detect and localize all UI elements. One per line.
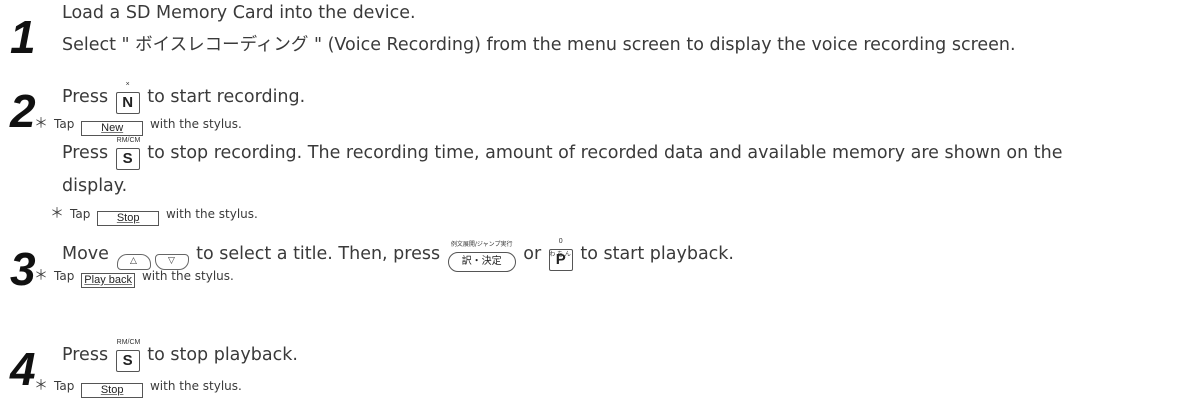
note-asterisk-icon: ＊ bbox=[50, 206, 64, 222]
step-number-2: 2 bbox=[10, 85, 36, 137]
step-4-press-s: Press RM/CM S to stop playback. bbox=[62, 339, 298, 372]
stop-button-image: Stop bbox=[81, 383, 144, 398]
step-2-tap-new: ＊ Tap New with the stylus. bbox=[34, 116, 242, 136]
note-asterisk-icon: ＊ bbox=[34, 378, 48, 394]
step-1-line-2: Select " ボイスレコーディング " (Voice Recording) … bbox=[62, 35, 1016, 55]
p-key-icon: 0Pわ を ん bbox=[548, 238, 573, 271]
note-asterisk-icon: ＊ bbox=[34, 116, 48, 132]
s-key-icon: RM/CM S bbox=[115, 339, 140, 372]
enter-key-icon: 例文展開/ジャンプ実行 訳・決定 bbox=[447, 241, 516, 272]
stop-button-image: Stop bbox=[97, 211, 160, 226]
step-3-tap-play: ＊ Tap Play back with the stylus. bbox=[34, 268, 234, 288]
instruction-text: to start recording. bbox=[147, 87, 306, 107]
new-button-image: New bbox=[81, 121, 144, 136]
step-4-tap-stop: ＊ Tap Stop with the stylus. bbox=[34, 378, 242, 398]
n-key-icon: × N bbox=[115, 81, 140, 114]
step-number-4: 4 bbox=[10, 343, 36, 395]
note-asterisk-icon: ＊ bbox=[34, 268, 48, 284]
step-2-press-n: Press × N to start recording. bbox=[62, 81, 306, 114]
s-key-icon: RM/CM S bbox=[115, 137, 140, 170]
step-2-press-s: Press RM/CM S to stop recording. The reco… bbox=[62, 137, 1062, 170]
step-2-press-s-cont: display. bbox=[62, 176, 128, 196]
press-label: Press bbox=[62, 87, 109, 107]
step-number-3: 3 bbox=[10, 243, 36, 295]
play-back-button-image: Play back bbox=[81, 273, 136, 288]
step-2-tap-stop: ＊ Tap Stop with the stylus. bbox=[50, 206, 258, 226]
step-1-line-1: Load a SD Memory Card into the device. bbox=[62, 3, 416, 23]
step-number-1: 1 bbox=[10, 11, 36, 63]
